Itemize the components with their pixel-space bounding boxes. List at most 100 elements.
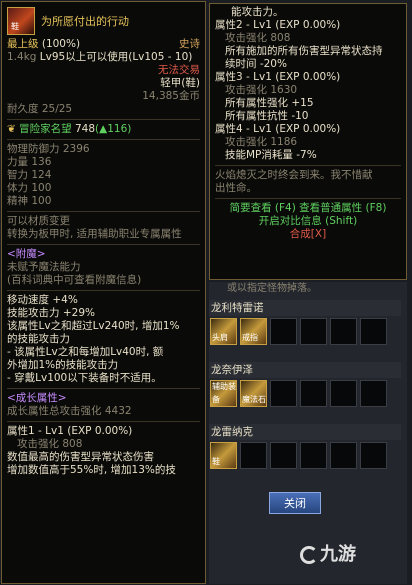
fame-up: (▲116): [95, 123, 132, 135]
weight-text: 1.4kg: [7, 51, 37, 63]
slot-empty[interactable]: [270, 380, 297, 407]
slot-support[interactable]: 辅助装备: [210, 380, 237, 407]
level-req: Lv95以上可以使用(Lv105 - 10): [39, 51, 193, 63]
divider: [7, 388, 200, 389]
slot-empty[interactable]: [240, 442, 267, 469]
slot-empty[interactable]: [270, 318, 297, 345]
stats-block: 物理防御力 2396 力量 136 智力 124 体力 100 精神 100: [7, 143, 200, 208]
attr1-line: 数值最高的伤害型异常状态伤害: [7, 451, 154, 463]
fame-label: 冒险家名望: [19, 123, 72, 135]
effect-line: 移动速度 +4%: [7, 294, 78, 306]
set-label: 龙利特雷诺: [209, 300, 401, 316]
divider: [7, 119, 200, 120]
type-text: 轻甲(鞋): [160, 77, 200, 89]
slot-empty[interactable]: [300, 318, 327, 345]
slot-empty[interactable]: [360, 380, 387, 407]
effect-line: - 穿戴Lv100以下装备时不适用。: [7, 372, 162, 384]
effect-line: 技能攻击力 +29%: [7, 307, 95, 319]
hint-compare: 开启对比信息 (Shift): [258, 215, 358, 227]
item-tooltip-right: 能攻击力。 属性2 - Lv1 (EXP 0.00%) 攻击强化 808 所有施…: [209, 3, 407, 280]
set-label: 龙奈伊泽: [209, 362, 401, 378]
stat-line: 精神 100: [7, 195, 52, 207]
slot-empty[interactable]: [300, 442, 327, 469]
effect-line: - 该属性Lv之和每增加Lv40时, 额: [7, 346, 164, 358]
divider: [7, 211, 200, 212]
growth-header: <成长属性>: [7, 392, 67, 404]
effect-line: 该属性Lv之和超过Lv240时, 增加1%: [7, 320, 180, 332]
divider: [7, 421, 200, 422]
fame-value: 748: [75, 123, 96, 135]
rarity-text: 史诗: [179, 38, 200, 50]
watermark: 九游: [300, 546, 356, 564]
stat-line: 物理防御力 2396: [7, 143, 90, 155]
attr2-line: 攻击强化 808: [225, 32, 291, 44]
enchant-line: (百科词典中可查看附魔信息): [7, 274, 142, 286]
continued-line: 能攻击力。: [231, 6, 284, 18]
stat-line: 力量 136: [7, 156, 52, 168]
cut-text: 或以指定怪物掉落。: [227, 283, 317, 294]
attr2-line: 所有施加的所有伤害型异常状态持: [225, 45, 383, 57]
stat-line: 体力 100: [7, 182, 52, 194]
grade-text: 最上级: [7, 38, 39, 50]
slot-list: 辅助装备 魔法石: [209, 378, 401, 407]
level-row: 1.4kg Lv95以上可以使用(Lv105 - 10): [7, 51, 200, 64]
slot-empty[interactable]: [330, 318, 357, 345]
attr3-line: 所有属性强化 +15: [225, 97, 314, 109]
slot-empty[interactable]: [330, 380, 357, 407]
set-label: 龙雷纳克: [209, 424, 401, 440]
price-text: 14,385金币: [142, 90, 200, 102]
growth-total: 成长属性总攻击强化 4432: [7, 405, 132, 417]
boots-icon: 鞋: [7, 7, 35, 35]
enchant-line: 未赋予魔法能力: [7, 261, 81, 273]
trade-text: 无法交易: [158, 64, 200, 76]
slot-list: 头肩 戒指: [209, 316, 401, 345]
item-title: 为所愿付出的行动: [41, 14, 129, 28]
item-tooltip-left: 鞋 为所愿付出的行动 最上级 (100%) 史诗 1.4kg Lv95以上可以使…: [1, 1, 206, 584]
attr3-title: 属性3 - Lv1 (EXP 0.00%): [215, 71, 341, 83]
divider: [7, 244, 200, 245]
slot-empty[interactable]: [360, 318, 387, 345]
tooltip-header: 鞋 为所愿付出的行动: [7, 4, 200, 38]
enchant-header: <附魔>: [7, 248, 46, 260]
slot-ring[interactable]: 戒指: [240, 318, 267, 345]
note-line: 转换为板甲时, 适用辅助职业专属属性: [7, 228, 182, 240]
grade-row: 最上级 (100%) 史诗: [7, 38, 200, 51]
stat-line: 智力 124: [7, 169, 52, 181]
divider: [215, 165, 401, 166]
attr4-line: 攻击强化 1186: [225, 136, 298, 148]
slot-shoulder[interactable]: 头肩: [210, 318, 237, 345]
slot-magic-stone[interactable]: 魔法石: [240, 380, 267, 407]
close-button[interactable]: 关闭: [269, 492, 321, 514]
flavor-line: 出性命。: [215, 182, 257, 194]
grade-pct: (100%): [41, 38, 81, 50]
watermark-logo-icon: [300, 546, 318, 564]
attr2-title: 属性2 - Lv1 (EXP 0.00%): [215, 19, 341, 31]
slot-empty[interactable]: [300, 380, 327, 407]
fame-icon: ❦: [7, 123, 16, 135]
attr4-title: 属性4 - Lv1 (EXP 0.00%): [215, 123, 341, 135]
note-line: 可以材质变更: [7, 215, 70, 227]
attr1-title: 属性1 - Lv1 (EXP 0.00%): [7, 425, 133, 437]
attr3-line: 攻击强化 1630: [225, 84, 298, 96]
slot-empty[interactable]: [330, 442, 357, 469]
attr1-line: 增加数值高于55%时, 增加13%的技: [7, 464, 176, 476]
slot-empty[interactable]: [270, 442, 297, 469]
divider: [7, 139, 200, 140]
attr3-line: 所有属性抗性 -10: [225, 110, 309, 122]
adventure-fame-row: ❦ 冒险家名望 748(▲116): [7, 123, 200, 136]
slot-empty[interactable]: [360, 442, 387, 469]
slot-boots[interactable]: 鞋: [210, 442, 237, 469]
attr2-line: 续时间 -20%: [225, 58, 287, 70]
durability-text: 耐久度 25/25: [7, 103, 73, 115]
effects-block: 移动速度 +4% 技能攻击力 +29% 该属性Lv之和超过Lv240时, 增加1…: [7, 294, 200, 385]
divider: [215, 198, 401, 199]
slot-list: 鞋: [209, 440, 401, 469]
flavor-line: 火焰熄灭之时终会到来。我不惜献: [215, 169, 373, 181]
attr1-line: 攻击强化 808: [17, 438, 83, 450]
effect-line: 外增加1%的技能攻击力: [7, 359, 119, 371]
hint-synthesize: 合成[X]: [289, 228, 327, 240]
attr4-line: 技能MP消耗量 -7%: [225, 149, 317, 161]
divider: [7, 290, 200, 291]
effect-line: 的技能攻击力: [7, 333, 70, 345]
hint-shortcuts: 简要查看 (F4) 查看普通属性 (F8): [229, 202, 387, 214]
